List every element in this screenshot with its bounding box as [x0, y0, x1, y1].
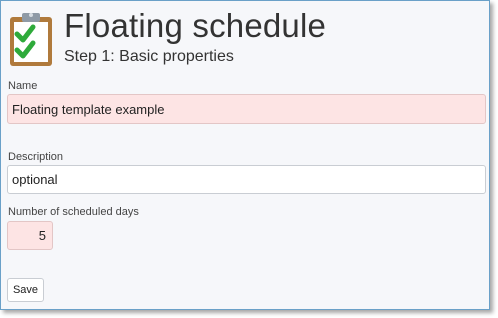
save-button[interactable]: Save: [7, 278, 44, 302]
dialog-frame: Floating schedule Step 1: Basic properti…: [0, 0, 490, 310]
clipboard-checklist-icon: [10, 13, 52, 66]
description-label: Description: [8, 151, 64, 163]
scheduled-days-field[interactable]: [7, 221, 53, 250]
description-field[interactable]: [7, 165, 486, 194]
name-field[interactable]: [7, 94, 486, 124]
page-subtitle: Step 1: Basic properties: [64, 48, 234, 65]
header: Floating schedule Step 1: Basic properti…: [1, 1, 489, 79]
scheduled-days-label: Number of scheduled days: [8, 206, 139, 218]
page-title: Floating schedule: [64, 7, 327, 44]
name-label: Name: [8, 80, 38, 92]
